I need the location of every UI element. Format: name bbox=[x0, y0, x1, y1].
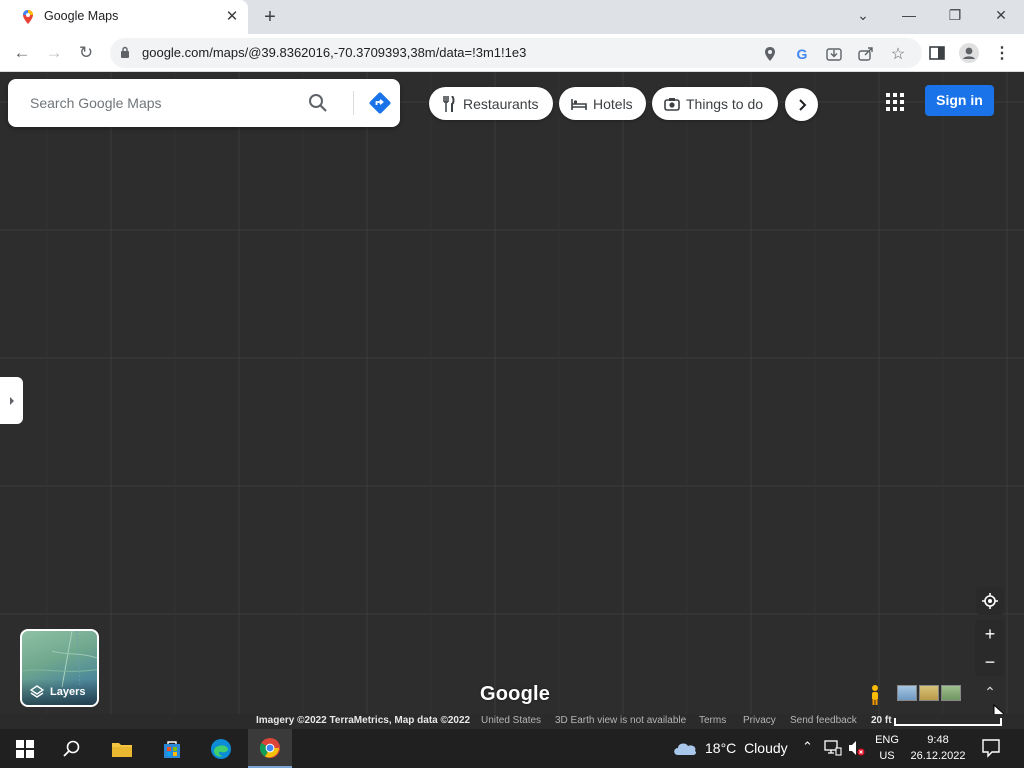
microsoft-store-button[interactable] bbox=[152, 729, 192, 768]
location-pin-icon[interactable] bbox=[759, 43, 781, 65]
region-link[interactable]: United States bbox=[481, 715, 541, 726]
search-icon[interactable] bbox=[306, 91, 330, 115]
tab-google-maps[interactable]: Google Maps ✕ bbox=[0, 0, 248, 34]
forward-button[interactable]: → bbox=[41, 40, 67, 66]
chip-things-to-do[interactable]: Things to do bbox=[652, 87, 778, 120]
search-box bbox=[8, 79, 400, 127]
lang-code: ENG bbox=[875, 734, 899, 746]
bed-icon bbox=[571, 96, 587, 112]
window-close-button[interactable]: ✕ bbox=[986, 3, 1016, 27]
browser-toolbar: ← → ↻ google.com/maps/@39.8362016,-70.37… bbox=[0, 34, 1024, 72]
layers-button[interactable]: Layers bbox=[20, 629, 99, 707]
clock-time: 9:48 bbox=[927, 734, 949, 746]
weather-widget[interactable]: 18°C Cloudy bbox=[705, 740, 788, 756]
chrome-icon bbox=[259, 737, 280, 758]
lock-icon bbox=[121, 46, 129, 58]
minimize-button[interactable]: — bbox=[894, 3, 924, 27]
collapse-chevron-up-icon[interactable]: ⌃ bbox=[980, 684, 1000, 704]
globe-view-thumb[interactable] bbox=[897, 685, 917, 701]
weather-desc: Cloudy bbox=[744, 740, 788, 756]
sign-in-button[interactable]: Sign in bbox=[925, 85, 994, 116]
chip-hotels[interactable]: Hotels bbox=[559, 87, 646, 120]
clock-date: 26.12.2022 bbox=[910, 750, 966, 762]
bookmark-star-icon[interactable]: ☆ bbox=[887, 43, 909, 65]
zoom-out-button[interactable]: − bbox=[975, 648, 1005, 676]
layers-label-row: Layers bbox=[22, 679, 97, 705]
notification-center-icon[interactable] bbox=[980, 737, 1002, 759]
scale-label[interactable]: 20 ft bbox=[871, 715, 892, 726]
cloud-weather-icon[interactable] bbox=[672, 739, 698, 757]
restore-button[interactable]: ❐ bbox=[940, 3, 970, 27]
lang-region: US bbox=[879, 750, 895, 762]
chip-label: Hotels bbox=[593, 95, 633, 112]
privacy-link[interactable]: Privacy bbox=[743, 715, 776, 726]
weather-temp: 18°C bbox=[705, 740, 737, 756]
google-logo: Google bbox=[480, 683, 551, 705]
fork-knife-icon bbox=[441, 95, 457, 112]
search-divider bbox=[353, 91, 354, 115]
scale-bar bbox=[894, 718, 1002, 726]
send-feedback-link[interactable]: Send feedback bbox=[790, 715, 857, 726]
network-icon[interactable] bbox=[824, 740, 842, 756]
tab-search-icon[interactable]: ⌄ bbox=[848, 3, 878, 27]
pegman-street-view-icon[interactable] bbox=[866, 684, 884, 706]
show-hidden-icons-chevron-icon[interactable]: ⌃ bbox=[802, 739, 813, 755]
camera-icon bbox=[664, 96, 680, 112]
edge-icon bbox=[211, 738, 231, 759]
satellite-view-thumb[interactable] bbox=[941, 685, 961, 701]
reload-button[interactable]: ↻ bbox=[73, 40, 99, 66]
system-clock[interactable]: 9:48 26.12.2022 bbox=[906, 732, 970, 764]
windows-taskbar: 18°C Cloudy ⌃ ENG US 9:48 26.12.2022 bbox=[0, 729, 1024, 768]
google-maps-favicon-icon bbox=[23, 10, 33, 24]
file-explorer-button[interactable] bbox=[102, 729, 142, 768]
imagery-credit: Imagery ©2022 TerraMetrics, Map data ©20… bbox=[256, 715, 471, 726]
chips-next-chevron-icon[interactable] bbox=[785, 88, 818, 121]
directions-icon[interactable] bbox=[366, 89, 394, 117]
my-location-button[interactable] bbox=[976, 587, 1004, 615]
search-icon bbox=[63, 740, 80, 757]
folder-icon bbox=[112, 742, 132, 757]
zoom-controls: + − bbox=[975, 620, 1005, 676]
terrain-view-thumb[interactable] bbox=[919, 685, 939, 701]
store-bag-icon bbox=[164, 740, 180, 758]
side-panel-icon[interactable] bbox=[926, 42, 948, 64]
profile-avatar-icon[interactable] bbox=[958, 42, 980, 64]
terms-link[interactable]: Terms bbox=[699, 715, 726, 726]
expand-arrow-icon bbox=[9, 396, 14, 405]
taskbar-search-button[interactable] bbox=[52, 729, 92, 768]
layers-label: Layers bbox=[50, 686, 86, 698]
google-lens-icon[interactable]: G bbox=[791, 43, 813, 65]
chip-restaurants[interactable]: Restaurants bbox=[429, 87, 553, 120]
zoom-in-button[interactable]: + bbox=[975, 620, 1005, 648]
start-button[interactable] bbox=[5, 729, 45, 768]
edge-browser-button[interactable] bbox=[201, 729, 241, 768]
windows-logo-icon bbox=[16, 739, 34, 758]
address-bar[interactable]: google.com/maps/@39.8362016,-70.3709393,… bbox=[110, 38, 922, 68]
search-input[interactable] bbox=[30, 91, 300, 115]
side-panel-toggle-button[interactable] bbox=[0, 377, 23, 424]
tab-strip: Google Maps ✕ + ⌄ — ❐ ✕ bbox=[0, 0, 1024, 34]
earth-view-notice: 3D Earth view is not available bbox=[555, 715, 687, 726]
chrome-taskbar-button[interactable] bbox=[248, 729, 292, 768]
tab-title: Google Maps bbox=[44, 9, 119, 23]
share-icon[interactable] bbox=[855, 43, 877, 65]
map-tile-grid bbox=[0, 72, 1024, 714]
google-apps-grid-icon[interactable] bbox=[885, 92, 905, 112]
input-language-indicator[interactable]: ENG US bbox=[874, 732, 900, 764]
install-app-icon[interactable] bbox=[823, 43, 845, 65]
url-text: google.com/maps/@39.8362016,-70.3709393,… bbox=[142, 45, 527, 60]
new-tab-button[interactable]: + bbox=[258, 6, 282, 30]
imagery-thumbnails[interactable] bbox=[897, 685, 961, 701]
back-button[interactable]: ← bbox=[9, 40, 35, 66]
volume-muted-icon[interactable] bbox=[848, 740, 866, 756]
crosshair-icon bbox=[982, 593, 998, 609]
tab-close-icon[interactable]: ✕ bbox=[222, 7, 242, 27]
mouse-cursor-icon bbox=[993, 704, 1005, 714]
browser-menu-icon[interactable]: ⋮ bbox=[991, 42, 1013, 64]
layers-icon bbox=[30, 685, 44, 698]
map-canvas[interactable]: Restaurants Hotels Things to do Sign in bbox=[0, 72, 1024, 714]
chip-label: Things to do bbox=[686, 95, 764, 112]
chip-label: Restaurants bbox=[463, 95, 539, 112]
attribution-bar: Imagery ©2022 TerraMetrics, Map data ©20… bbox=[0, 714, 1024, 729]
